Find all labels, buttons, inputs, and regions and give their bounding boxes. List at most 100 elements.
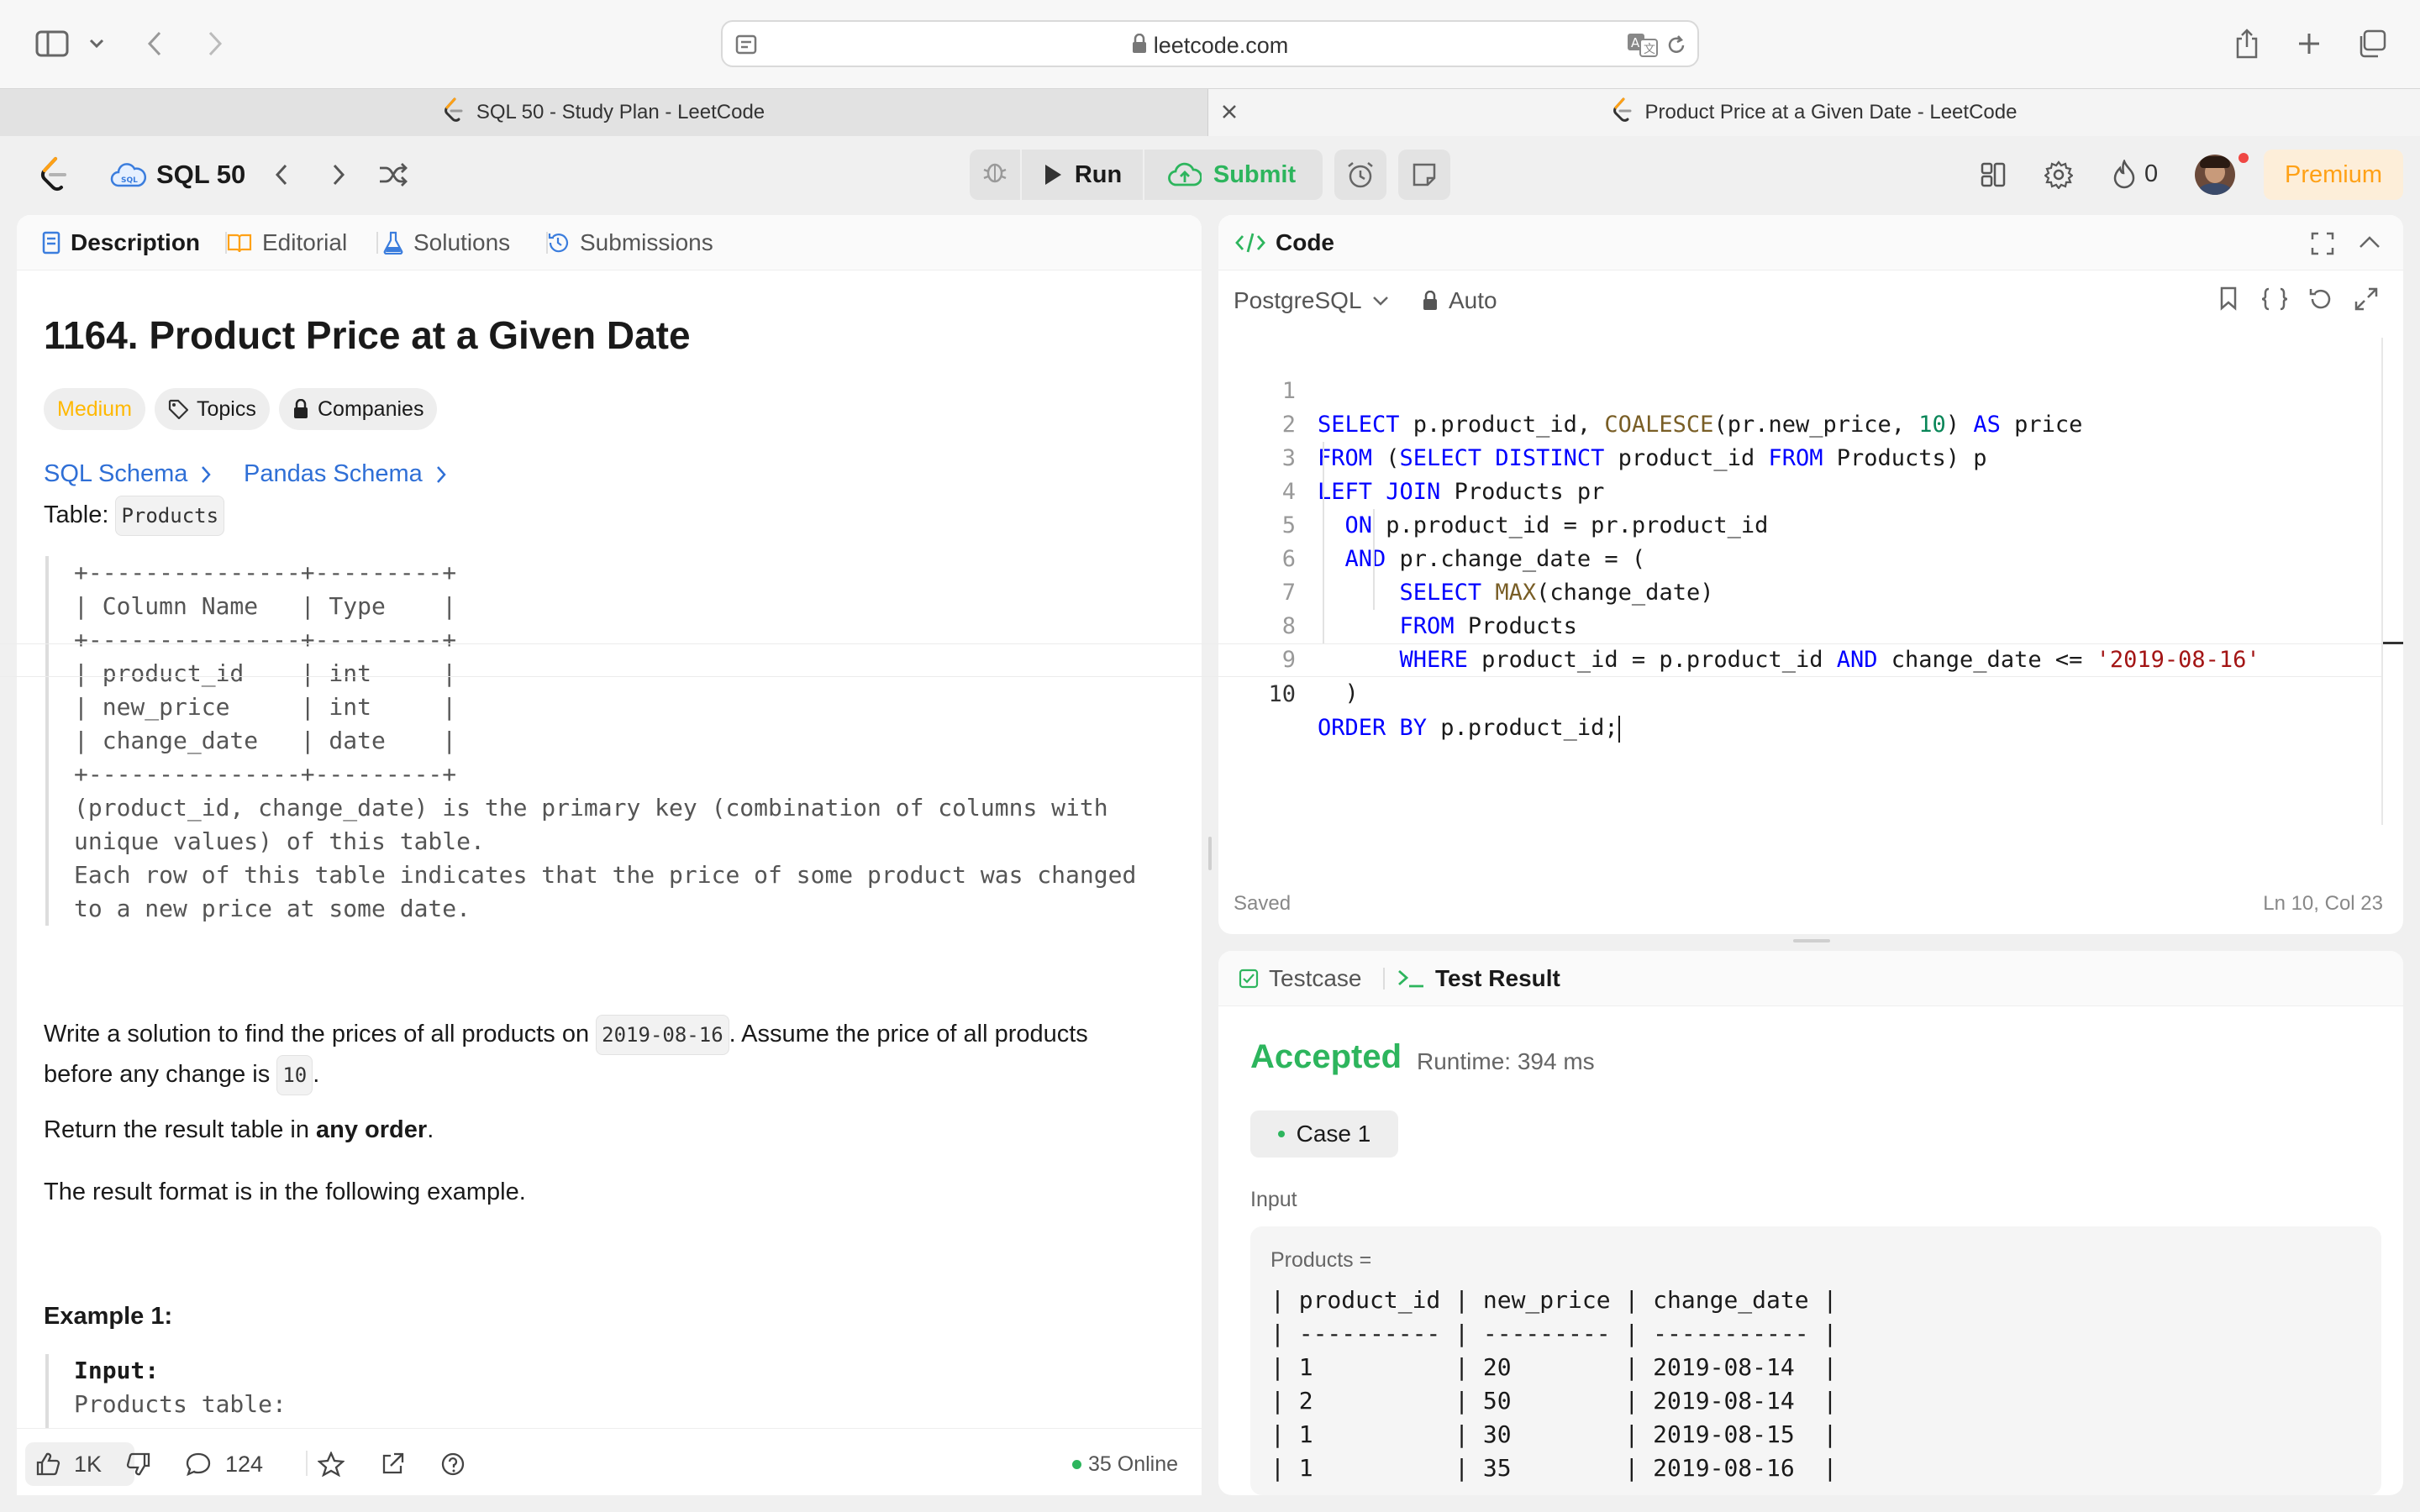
close-tab-icon[interactable] — [1220, 102, 1239, 125]
share-button[interactable] — [380, 1444, 405, 1484]
svg-text:A: A — [1631, 35, 1640, 50]
shuffle-icon[interactable] — [376, 156, 410, 193]
tab-testcase[interactable]: Testcase — [1239, 951, 1362, 1006]
input-table: | product_id | new_price | change_date |… — [1270, 1284, 1837, 1485]
line-number: 7 — [1281, 580, 1296, 606]
translate-icon[interactable]: A文 — [1627, 32, 1659, 61]
description-tabs: Description Editorial Solutions Submissi… — [17, 215, 1202, 270]
collapse-chevron-icon[interactable] — [2358, 234, 2381, 255]
history-icon — [546, 231, 570, 255]
next-problem-icon[interactable] — [324, 156, 353, 193]
tab-submissions[interactable]: Submissions — [546, 215, 713, 270]
prev-problem-icon[interactable] — [267, 156, 296, 193]
scroll-marker — [2383, 642, 2403, 644]
example-heading: Example 1: — [44, 1303, 173, 1330]
premium-button[interactable]: Premium — [2264, 150, 2403, 200]
runtime-label: Runtime: 394 ms — [1417, 1048, 1595, 1074]
language-select[interactable]: PostgreSQL — [1234, 287, 1389, 314]
debug-button[interactable] — [970, 150, 1022, 200]
line-number: 5 — [1281, 512, 1296, 538]
avatar[interactable] — [2195, 155, 2235, 195]
table-row: | 1 | 35 | 2019-08-16 | — [1270, 1454, 1838, 1482]
format-braces-icon[interactable] — [2260, 287, 2289, 315]
return-text: Return the result table in — [44, 1116, 317, 1143]
alarm-clock-icon — [1346, 160, 1375, 193]
tab-description[interactable]: Description — [42, 215, 200, 270]
thumbs-down-icon — [126, 1452, 151, 1477]
timer-button[interactable] — [1334, 150, 1386, 200]
like-button[interactable]: 1K — [35, 1444, 102, 1484]
comments-button[interactable]: 124 — [185, 1444, 263, 1484]
editor-scrollbar[interactable] — [2381, 338, 2383, 825]
streak-fire-icon[interactable] — [2106, 156, 2143, 193]
tab-divider — [1383, 968, 1385, 990]
vertical-resize-handle[interactable] — [1208, 837, 1212, 870]
settings-gear-icon[interactable] — [2040, 156, 2077, 193]
notification-dot — [2238, 153, 2249, 163]
reset-icon[interactable] — [2307, 286, 2333, 316]
code-line-active: 10 ORDER BY p.product_id; — [0, 643, 2381, 743]
fullscreen-icon[interactable] — [2354, 287, 2378, 315]
flask-icon — [383, 231, 403, 255]
mode-label: Auto — [1449, 287, 1497, 313]
submit-button[interactable]: Submit — [1143, 150, 1319, 200]
tab-editorial[interactable]: Editorial — [227, 215, 347, 270]
reload-icon[interactable] — [1665, 34, 1687, 61]
external-link-icon — [380, 1452, 405, 1477]
footer-divider — [306, 1451, 308, 1476]
case-label: Case 1 — [1296, 1121, 1371, 1147]
tab-study-plan[interactable]: SQL 50 - Study Plan - LeetCode — [0, 89, 1208, 136]
like-count: 1K — [74, 1451, 103, 1477]
study-plan-title[interactable]: SQL 50 — [156, 160, 245, 190]
run-button[interactable]: Run — [1023, 150, 1141, 200]
bookmark-icon[interactable] — [2218, 286, 2238, 315]
forward-icon[interactable] — [198, 22, 232, 66]
prompt-date-code: 2019-08-16 — [596, 1015, 729, 1055]
code-line: 3 LEFT JOIN Products pr — [0, 408, 1605, 505]
format-paragraph: The result format is in the following ex… — [44, 1179, 526, 1205]
tab-solutions[interactable]: Solutions — [383, 215, 510, 270]
prompt-text: . Assume the price of all products — [729, 1021, 1088, 1047]
online-dot — [1072, 1459, 1081, 1469]
cursor-position: Ln 10, Col 23 — [2263, 892, 2383, 915]
address-bar[interactable]: leetcode.com A文 — [721, 20, 1699, 67]
chevron-down-icon[interactable] — [84, 22, 109, 66]
code-panel-header: Code — [1218, 215, 2403, 270]
line-number: 1 — [1281, 378, 1296, 404]
favorite-button[interactable] — [318, 1444, 345, 1484]
line-number: 3 — [1281, 445, 1296, 471]
code-line: 5 AND pr.change_date = ( — [0, 475, 1645, 572]
leetcode-logo-icon[interactable] — [35, 156, 72, 193]
tab-title: Product Price at a Given Date - LeetCode — [1644, 101, 2018, 123]
horizontal-resize-handle[interactable] — [1793, 939, 1830, 942]
maximize-icon[interactable] — [2311, 232, 2334, 260]
share-icon[interactable] — [2228, 22, 2265, 66]
back-icon[interactable] — [138, 22, 171, 66]
input-box: Products = | product_id | new_price | ch… — [1250, 1226, 2381, 1495]
tab-overview-icon[interactable] — [2353, 22, 2390, 66]
example-input-label: Input: — [74, 1357, 160, 1384]
thumbs-up-icon — [35, 1452, 60, 1477]
line-number: 10 — [1268, 681, 1296, 707]
layout-icon[interactable] — [1975, 156, 2012, 193]
help-button[interactable] — [440, 1444, 466, 1484]
online-count: 35 Online — [1088, 1452, 1179, 1476]
language-label: PostgreSQL — [1234, 287, 1362, 313]
auto-mode[interactable]: Auto — [1422, 287, 1497, 314]
code-tab[interactable]: Code — [1235, 215, 1334, 270]
lock-icon — [1132, 34, 1147, 60]
code-text: ORDER BY p.product_id; — [1318, 715, 1620, 743]
notes-button[interactable] — [1398, 150, 1450, 200]
result-tabs: Testcase Test Result — [1218, 951, 2403, 1006]
tab-label: Description — [71, 229, 201, 255]
tab-test-result[interactable]: Test Result — [1397, 951, 1560, 1006]
code-text: ON p.product_id = pr.product_id — [1344, 512, 1769, 538]
dislike-button[interactable] — [126, 1444, 151, 1484]
new-tab-icon[interactable] — [2291, 22, 2328, 66]
comment-count: 124 — [225, 1451, 264, 1477]
tab-product-price[interactable]: Product Price at a Given Date - LeetCode — [1208, 89, 2420, 136]
tab-label: Solutions — [413, 229, 511, 255]
sidebar-toggle-icon[interactable] — [30, 22, 74, 66]
online-indicator: 35 Online — [1072, 1444, 1178, 1484]
case-1-button[interactable]: Case 1 — [1250, 1110, 1398, 1158]
